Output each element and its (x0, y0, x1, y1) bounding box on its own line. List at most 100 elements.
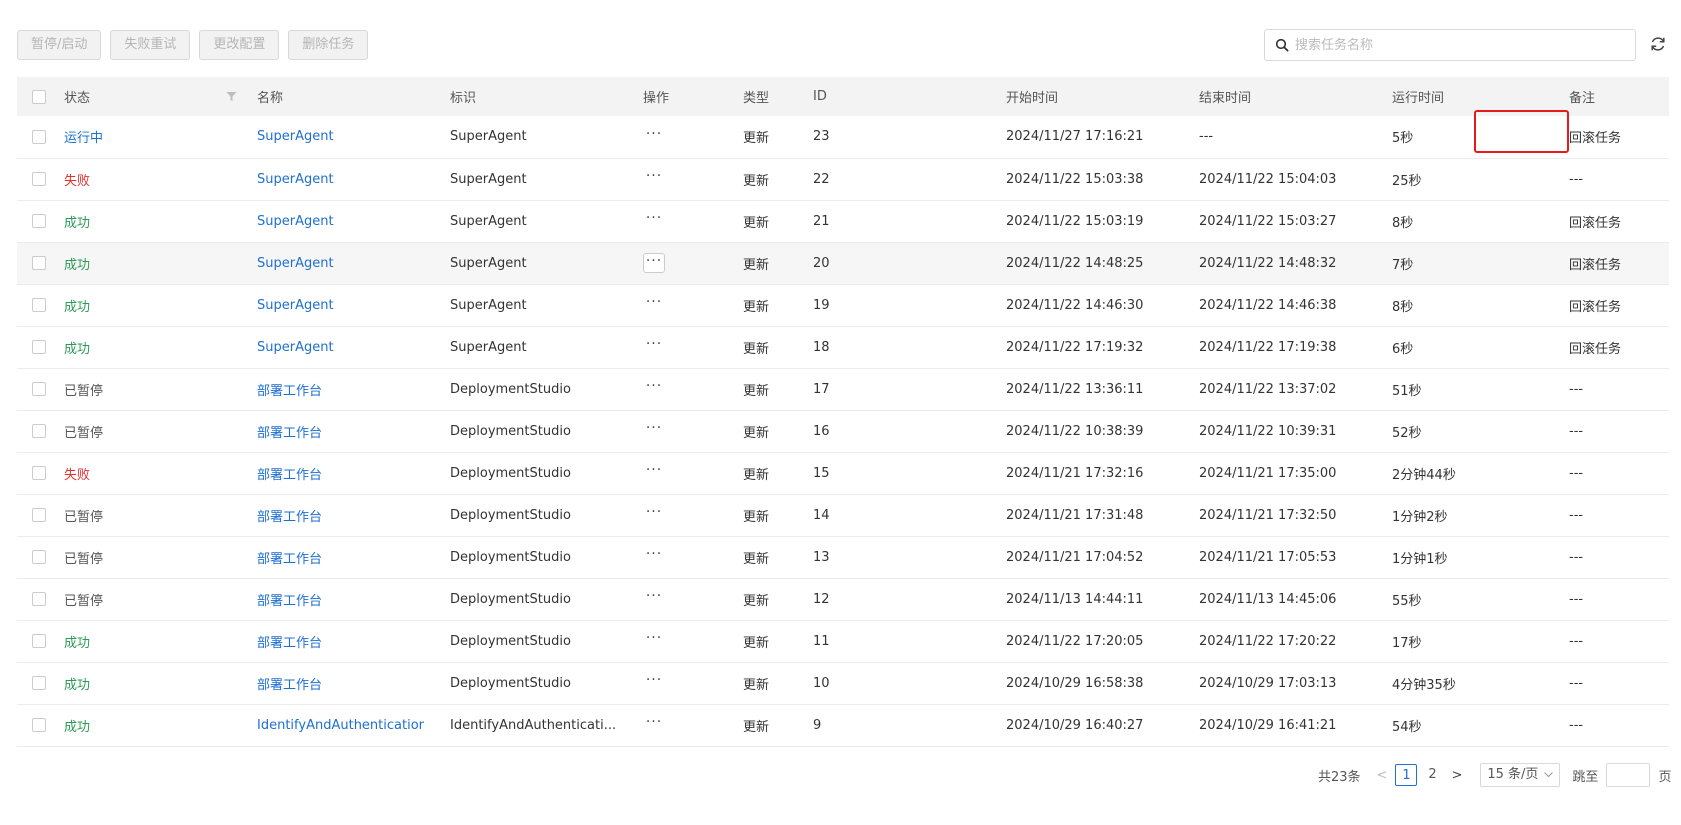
change-config-button[interactable]: 更改配置 (199, 30, 280, 60)
task-table: 状态 名称 标识 操作 类型 ID 开始时间 结束时间 运行时间 备注 运行中 S… (17, 77, 1669, 747)
table-row[interactable]: 成功 IdentifyAndAuthenticatior IdentifyAndAu… (17, 704, 1669, 746)
more-actions-icon[interactable]: ··· (643, 211, 665, 231)
remark-cell: --- (1569, 549, 1584, 565)
run-time-cell: 25秒 (1392, 173, 1422, 189)
task-name-link[interactable]: 部署工作台 (257, 678, 322, 693)
header-end-time: 结束时间 (1199, 91, 1252, 106)
refresh-icon[interactable] (1648, 34, 1668, 54)
task-name-link[interactable]: 部署工作台 (257, 594, 322, 609)
identifier-cell: DeploymentStudio (450, 507, 571, 523)
table-row[interactable]: 成功 SuperAgent SuperAgent ··· 更新 20 2024/11/22 … (17, 242, 1669, 284)
next-page-icon[interactable]: > (1451, 768, 1462, 783)
jump-input[interactable] (1606, 763, 1651, 787)
table-row[interactable]: 已暂停 部署工作台 DeploymentStudio ··· 更新 12 2024/11/1… (17, 578, 1669, 620)
type-cell: 更新 (743, 551, 770, 567)
retry-failed-button[interactable]: 失败重试 (110, 30, 191, 60)
delete-task-button[interactable]: 删除任务 (288, 30, 369, 60)
remark-cell: --- (1569, 381, 1584, 397)
row-checkbox[interactable] (32, 592, 46, 606)
task-name-link[interactable]: SuperAgent (257, 298, 334, 313)
table-row[interactable]: 已暂停 部署工作台 DeploymentStudio ··· 更新 17 2024/11/2… (17, 368, 1669, 410)
table-row[interactable]: 已暂停 部署工作台 DeploymentStudio ··· 更新 16 2024/11/2… (17, 410, 1669, 452)
table-row[interactable]: 已暂停 部署工作台 DeploymentStudio ··· 更新 14 2024/11/2… (17, 494, 1669, 536)
end-time-cell: 2024/11/21 17:35:00 (1199, 465, 1337, 481)
row-checkbox[interactable] (32, 718, 46, 732)
more-actions-icon[interactable]: ··· (643, 253, 665, 273)
row-checkbox[interactable] (32, 550, 46, 564)
id-cell: 9 (813, 717, 822, 733)
row-checkbox[interactable] (32, 382, 46, 396)
end-time-cell: 2024/11/22 13:37:02 (1199, 381, 1337, 397)
run-time-cell: 8秒 (1392, 299, 1414, 315)
table-row[interactable]: 已暂停 部署工作台 DeploymentStudio ··· 更新 13 2024/11/2… (17, 536, 1669, 578)
row-checkbox[interactable] (32, 129, 46, 144)
filter-icon[interactable] (226, 91, 237, 102)
more-actions-icon[interactable]: ··· (643, 421, 665, 441)
task-name-link[interactable]: 部署工作台 (257, 552, 322, 567)
row-checkbox[interactable] (32, 676, 46, 690)
table-row[interactable]: 成功 部署工作台 DeploymentStudio ··· 更新 10 2024/10/29… (17, 662, 1669, 704)
row-checkbox[interactable] (32, 340, 46, 354)
start-time-cell: 2024/11/22 13:36:11 (1006, 381, 1144, 397)
more-actions-icon[interactable]: ··· (643, 127, 665, 147)
page-1[interactable]: 1 (1395, 764, 1418, 786)
row-checkbox[interactable] (32, 466, 46, 480)
task-name-link[interactable]: SuperAgent (257, 340, 334, 355)
table-row[interactable]: 成功 SuperAgent SuperAgent ··· 更新 19 2024/11/22 … (17, 284, 1669, 326)
table-row[interactable]: 成功 SuperAgent SuperAgent ··· 更新 21 2024/11/22 … (17, 200, 1669, 242)
table-row[interactable]: 成功 SuperAgent SuperAgent ··· 更新 18 2024/11/22 … (17, 326, 1669, 368)
remark-cell: --- (1569, 171, 1584, 187)
page-size-select[interactable]: 15 条/页 (1480, 763, 1561, 787)
pause-start-button[interactable]: 暂停/启动 (17, 30, 102, 60)
more-actions-icon[interactable]: ··· (643, 169, 665, 189)
more-actions-icon[interactable]: ··· (643, 631, 665, 651)
more-actions-icon[interactable]: ··· (643, 589, 665, 609)
toolbar: 暂停/启动 失败重试 更改配置 删除任务 (17, 30, 369, 60)
header-start-time: 开始时间 (1006, 91, 1059, 106)
task-name-link[interactable]: SuperAgent (257, 129, 334, 144)
more-actions-icon[interactable]: ··· (643, 505, 665, 525)
task-name-link[interactable]: 部署工作台 (257, 636, 322, 651)
search-box (1264, 29, 1636, 61)
table-row[interactable]: 运行中 SuperAgent SuperAgent ··· 更新 23 2024/11/27… (17, 116, 1669, 158)
task-name-link[interactable]: 部署工作台 (257, 510, 322, 525)
row-checkbox[interactable] (32, 508, 46, 522)
more-actions-icon[interactable]: ··· (643, 295, 665, 315)
end-time-cell: 2024/11/22 17:19:38 (1199, 339, 1337, 355)
more-actions-icon[interactable]: ··· (643, 337, 665, 357)
end-time-cell: 2024/11/22 14:48:32 (1199, 255, 1337, 271)
select-all-checkbox[interactable] (32, 89, 46, 104)
more-actions-icon[interactable]: ··· (643, 547, 665, 567)
task-name-link[interactable]: 部署工作台 (257, 468, 322, 483)
more-actions-icon[interactable]: ··· (643, 463, 665, 483)
table-row[interactable]: 失败 SuperAgent SuperAgent ··· 更新 22 2024/11/22 … (17, 158, 1669, 200)
task-name-link[interactable]: SuperAgent (257, 214, 334, 229)
more-actions-icon[interactable]: ··· (643, 673, 665, 693)
run-time-cell: 7秒 (1392, 257, 1414, 273)
task-name-link[interactable]: SuperAgent (257, 172, 334, 187)
start-time-cell: 2024/11/22 17:19:32 (1006, 339, 1144, 355)
more-actions-icon[interactable]: ··· (643, 379, 665, 399)
row-checkbox[interactable] (32, 256, 46, 270)
row-checkbox[interactable] (32, 634, 46, 648)
header-name: 名称 (257, 91, 284, 106)
task-name-link[interactable]: 部署工作台 (257, 426, 322, 441)
row-checkbox[interactable] (32, 298, 46, 312)
type-cell: 更新 (743, 173, 770, 189)
task-name-link[interactable]: SuperAgent (257, 256, 334, 271)
more-actions-icon[interactable]: ··· (643, 715, 665, 735)
table-row[interactable]: 失败 部署工作台 DeploymentStudio ··· 更新 15 2024/11/21… (17, 452, 1669, 494)
prev-page-icon[interactable]: < (1377, 768, 1388, 783)
page-size-value: 15 条/页 (1487, 767, 1539, 782)
task-name-link[interactable]: IdentifyAndAuthenticatior (257, 718, 424, 733)
status-cell: 已暂停 (64, 551, 104, 567)
row-checkbox[interactable] (32, 214, 46, 228)
page-2[interactable]: 2 (1421, 764, 1443, 786)
id-cell: 20 (813, 255, 830, 271)
row-checkbox[interactable] (32, 172, 46, 186)
table-row[interactable]: 成功 部署工作台 DeploymentStudio ··· 更新 11 2024/11/22… (17, 620, 1669, 662)
status-cell: 已暂停 (64, 593, 104, 609)
row-checkbox[interactable] (32, 424, 46, 438)
search-input[interactable] (1293, 36, 1635, 54)
task-name-link[interactable]: 部署工作台 (257, 384, 322, 399)
